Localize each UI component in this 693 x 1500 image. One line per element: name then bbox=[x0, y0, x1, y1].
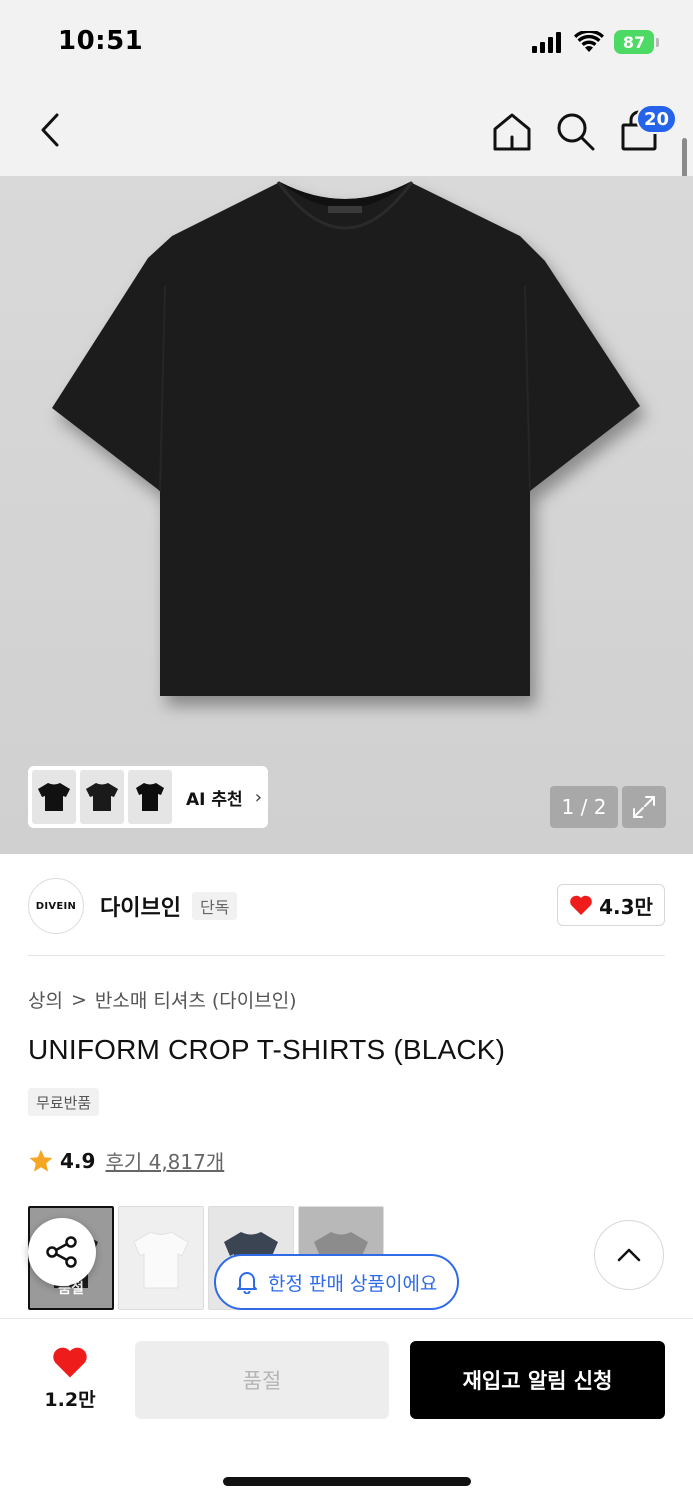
limited-sale-notice: 한정 판매 상품이에요 bbox=[214, 1254, 460, 1310]
brand-name[interactable]: 다이브인 bbox=[100, 890, 181, 922]
chevron-up-icon bbox=[617, 1248, 641, 1262]
cart-count-badge: 20 bbox=[636, 104, 678, 134]
home-icon bbox=[493, 113, 531, 151]
rating-score: 4.9 bbox=[60, 1148, 96, 1173]
review-count-link[interactable]: 후기 4,817개 bbox=[105, 1146, 224, 1175]
battery-icon: 87 bbox=[614, 30, 659, 54]
ai-thumb-2 bbox=[80, 770, 124, 824]
brand-logo[interactable]: DIVEIN bbox=[28, 878, 84, 934]
breadcrumb-category[interactable]: 상의 bbox=[28, 986, 63, 1013]
expand-button[interactable] bbox=[622, 786, 666, 828]
bell-icon bbox=[237, 1272, 257, 1294]
search-icon bbox=[557, 113, 595, 151]
wishlist-button[interactable]: 1.2만 bbox=[30, 1345, 110, 1412]
ai-thumb-3 bbox=[128, 770, 172, 824]
restock-alert-button[interactable]: 재입고 알림 신청 bbox=[410, 1341, 665, 1419]
ai-thumb-1 bbox=[32, 770, 76, 824]
scroll-to-top-button[interactable] bbox=[594, 1220, 664, 1290]
home-indicator bbox=[223, 1477, 471, 1486]
home-button[interactable] bbox=[490, 110, 534, 154]
chevron-right-icon: > bbox=[70, 988, 87, 1011]
breadcrumb-subcategory[interactable]: 반소매 티셔츠 (다이브인) bbox=[95, 986, 297, 1013]
back-button[interactable] bbox=[30, 108, 70, 152]
image-page-counter: 1 / 2 bbox=[550, 786, 618, 828]
status-bar: 10:51 87 bbox=[0, 0, 693, 88]
tshirt-image bbox=[52, 181, 640, 696]
brand-row[interactable]: DIVEIN 다이브인 단독 4.3만 bbox=[0, 854, 693, 956]
bottom-action-bar: 1.2만 품절 재입고 알림 신청 bbox=[0, 1318, 693, 1500]
limited-sale-text: 한정 판매 상품이에요 bbox=[268, 1272, 438, 1295]
battery-level: 87 bbox=[614, 30, 654, 54]
free-return-badge: 무료반품 bbox=[28, 1088, 100, 1116]
brand-like-count: 4.3만 bbox=[599, 894, 653, 919]
wishlist-count: 1.2만 bbox=[44, 1389, 96, 1411]
expand-icon bbox=[633, 796, 655, 818]
nav-bar: 20 bbox=[0, 88, 693, 176]
ai-recommend-label: AI 추천 bbox=[186, 789, 243, 810]
product-title: UNIFORM CROP T-SHIRTS (BLACK) bbox=[28, 1034, 506, 1065]
color-option-white[interactable] bbox=[118, 1206, 204, 1310]
chevron-right-icon: › bbox=[254, 786, 262, 808]
product-image-gallery[interactable]: AI 추천 › 1 / 2 bbox=[0, 176, 693, 854]
brand-like-button[interactable]: 4.3만 bbox=[557, 884, 665, 926]
search-button[interactable] bbox=[554, 110, 598, 154]
share-button[interactable] bbox=[28, 1218, 96, 1286]
wifi-icon bbox=[574, 31, 604, 52]
ai-recommend-chip[interactable]: AI 추천 › bbox=[28, 766, 268, 828]
rating-row: 4.9 후기 4,817개 bbox=[28, 1146, 224, 1175]
chevron-left-icon bbox=[41, 113, 59, 147]
divider bbox=[28, 955, 665, 956]
soldout-button[interactable]: 품절 bbox=[135, 1341, 389, 1419]
heart-icon bbox=[53, 1347, 87, 1378]
status-time: 10:51 bbox=[58, 26, 144, 56]
exclusive-tag: 단독 bbox=[192, 892, 238, 920]
star-icon bbox=[29, 1149, 53, 1172]
status-icons: 87 bbox=[532, 30, 659, 54]
heart-icon bbox=[570, 895, 592, 915]
breadcrumb: 상의 > 반소매 티셔츠 (다이브인) bbox=[28, 986, 297, 1013]
signal-icon bbox=[532, 32, 561, 53]
share-icon bbox=[46, 1236, 77, 1268]
